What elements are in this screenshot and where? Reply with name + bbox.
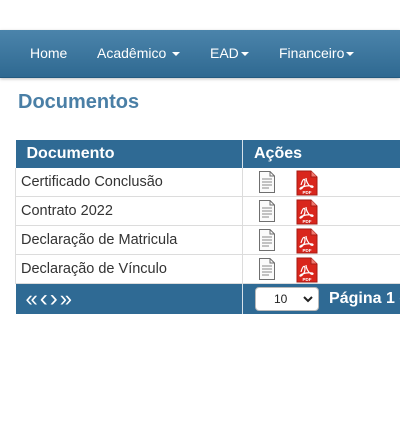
page-title: Documentos: [18, 91, 140, 113]
caret-down-icon: [172, 52, 181, 57]
column-header-documento[interactable]: Documento: [15, 140, 243, 168]
row-actions: PDF: [242, 196, 400, 226]
chevron-left-icon: ‹: [39, 285, 48, 312]
document-name: Declaração de Matricula: [15, 225, 243, 255]
pdf-label: PDF: [303, 219, 312, 224]
column-header-acoes: Ações: [242, 140, 400, 168]
table-row: Declaração de Matricula PDF: [15, 225, 400, 255]
documents-table: Documento Ações Certificado Conclusão PDF…: [15, 140, 400, 314]
pager-nav: «‹›»: [15, 283, 243, 314]
document-icon[interactable]: [258, 257, 276, 281]
table-row: Contrato 2022 PDF: [15, 196, 400, 226]
nav-financeiro-label: Financeiro: [279, 45, 345, 61]
first-page-button[interactable]: «: [26, 284, 38, 314]
document-icon[interactable]: [258, 199, 276, 223]
double-chevron-right-icon: »: [59, 286, 72, 311]
pdf-label: PDF: [303, 277, 312, 282]
chevron-down-icon: [303, 296, 313, 303]
pdf-label: PDF: [303, 190, 312, 195]
next-page-button[interactable]: ›: [50, 284, 58, 314]
table-row: Certificado Conclusão PDF: [15, 168, 400, 197]
per-page-select[interactable]: 10: [255, 287, 319, 311]
caret-down-icon: [240, 52, 249, 57]
document-icon[interactable]: [258, 170, 276, 194]
top-navbar: Home Acadêmico EAD Financeiro: [0, 30, 400, 78]
nav-academico-label: Acadêmico: [97, 45, 167, 61]
document-name: Contrato 2022: [15, 196, 243, 226]
pdf-icon[interactable]: PDF: [296, 257, 318, 283]
per-page-value: 10: [274, 292, 288, 306]
nav-ead-label: EAD: [210, 45, 239, 61]
double-chevron-left-icon: «: [25, 286, 38, 311]
row-actions: PDF: [242, 225, 400, 255]
document-name: Certificado Conclusão: [15, 168, 243, 197]
row-actions: PDF: [242, 254, 400, 284]
caret-down-icon: [346, 52, 355, 57]
documents-table-container: Documento Ações Certificado Conclusão PDF…: [15, 140, 400, 314]
pager-row: «‹›» 10 Página 1 de 1: [15, 283, 400, 314]
document-icon[interactable]: [258, 228, 276, 252]
pdf-icon[interactable]: PDF: [296, 228, 318, 254]
prev-page-button[interactable]: ‹: [40, 284, 48, 314]
chevron-right-icon: ›: [49, 285, 58, 312]
document-name: Declaração de Vínculo: [15, 254, 243, 284]
table-header-row: Documento Ações: [15, 140, 400, 168]
nav-academico[interactable]: Acadêmico: [97, 30, 181, 77]
nav-home[interactable]: Home: [30, 30, 67, 77]
pdf-icon[interactable]: PDF: [296, 170, 318, 196]
pdf-label: PDF: [303, 248, 312, 253]
pager-controls: 10 Página 1 de 1: [242, 283, 400, 314]
table-row: Declaração de Vínculo PDF: [15, 254, 400, 284]
pdf-icon[interactable]: PDF: [296, 199, 318, 225]
row-actions: PDF: [242, 168, 400, 197]
nav-ead[interactable]: EAD: [210, 30, 249, 77]
last-page-button[interactable]: »: [60, 284, 72, 314]
nav-financeiro[interactable]: Financeiro: [279, 30, 355, 77]
page-info: Página 1 de 1: [329, 290, 400, 307]
